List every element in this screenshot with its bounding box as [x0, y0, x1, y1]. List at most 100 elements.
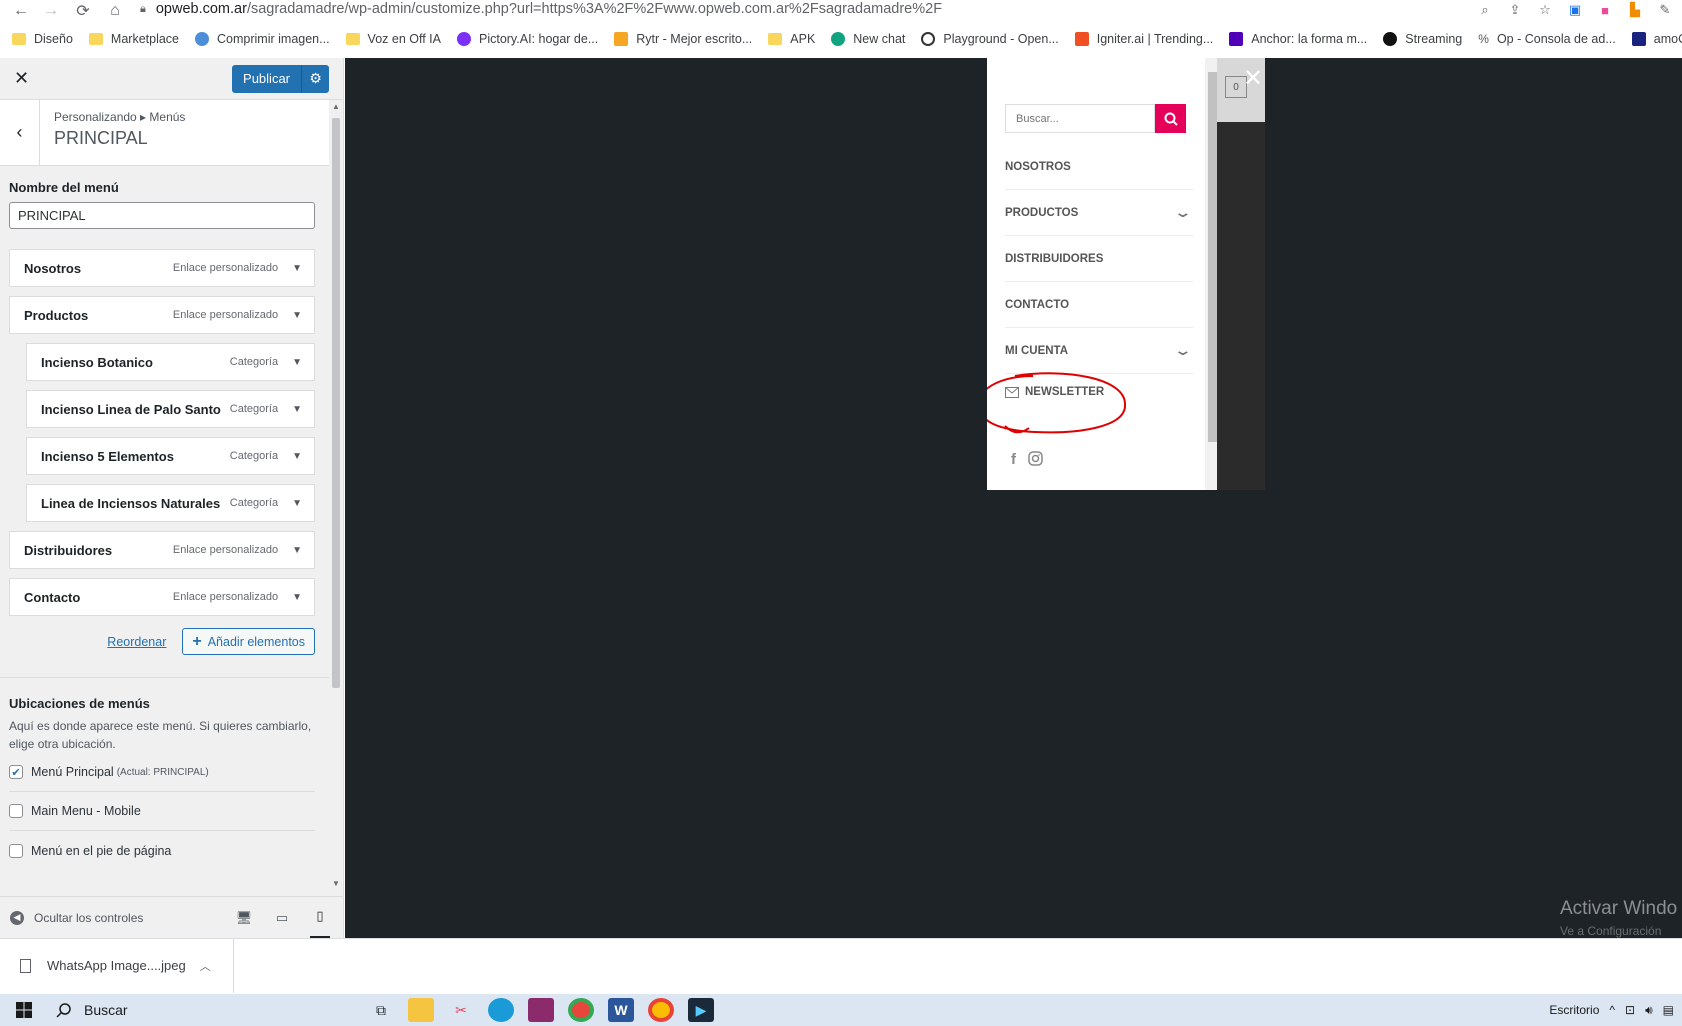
nav-item-contacto[interactable]: CONTACTO [1005, 282, 1193, 328]
bookmark[interactable]: Pictory.AI: hogar de... [456, 32, 598, 46]
bookmark[interactable]: Rytr - Mejor escrito... [614, 32, 752, 46]
caret-down-icon[interactable]: ▼ [292, 498, 302, 509]
bookmark[interactable]: Marketplace [88, 32, 179, 46]
download-shelf: WhatsApp Image....jpeg ︿ [0, 938, 1682, 993]
desktop-label[interactable]: Escritorio [1549, 1003, 1599, 1017]
location-checkbox-row[interactable]: Menú en el pie de página [9, 831, 315, 870]
snipping-tool-icon[interactable]: ✂ [448, 998, 474, 1022]
home-icon[interactable]: ⌂ [100, 0, 130, 22]
notification-icon[interactable]: ▤ [1663, 1003, 1674, 1017]
nav-item-productos[interactable]: PRODUCTOS ⌄ [1005, 190, 1193, 236]
instagram-icon[interactable] [1028, 451, 1043, 466]
scrollbar-thumb[interactable] [1208, 72, 1217, 442]
bookmark[interactable]: % Op - Consola de ad... [1478, 32, 1616, 46]
caret-down-icon[interactable]: ▼ [292, 357, 302, 368]
share-icon[interactable]: ⇪ [1506, 2, 1524, 18]
sidebar-scrollbar[interactable]: ▲ ▼ [329, 100, 343, 890]
bookmark[interactable]: Comprimir imagen... [195, 32, 330, 46]
reload-icon[interactable]: ⟳ [68, 0, 98, 22]
caret-down-icon[interactable]: ▼ [292, 263, 302, 274]
scrollbar-thumb[interactable] [332, 118, 340, 688]
igniter-icon [1074, 32, 1089, 46]
chevron-up-icon[interactable]: ^ [1609, 1003, 1615, 1017]
checkbox[interactable] [9, 804, 23, 818]
bookmark[interactable]: APK [768, 32, 815, 46]
menu-item[interactable]: Incienso 5 Elementos Categoría ▼ [26, 437, 315, 475]
bookmark[interactable]: Igniter.ai | Trending... [1074, 32, 1213, 46]
star-icon[interactable]: ☆ [1536, 2, 1554, 18]
chevron-up-icon[interactable]: ︿ [200, 958, 211, 974]
search-button[interactable] [1155, 104, 1186, 133]
bookmark[interactable]: New chat [831, 32, 905, 46]
taskbar-search[interactable]: Buscar [48, 994, 308, 1026]
download-item[interactable]: WhatsApp Image....jpeg ︿ [0, 938, 234, 993]
menu-item[interactable]: Linea de Inciensos Naturales Categoría ▼ [26, 484, 315, 522]
checkbox[interactable] [9, 843, 23, 858]
publish-button[interactable]: Publicar [232, 64, 301, 93]
winrar-icon[interactable] [528, 998, 554, 1022]
menu-actions: Reordenar + Añadir elementos [9, 628, 315, 655]
close-icon[interactable]: ✕ [14, 68, 29, 89]
close-menu-icon[interactable]: ✕ [1243, 64, 1263, 93]
menu-item[interactable]: Nosotros Enlace personalizado ▼ [9, 249, 315, 287]
add-items-button[interactable]: + Añadir elementos [182, 628, 315, 655]
zoom-icon[interactable]: ⌕ [1476, 2, 1494, 18]
nav-item-nosotros[interactable]: NOSOTROS [1005, 144, 1193, 190]
menu-item[interactable]: Contacto Enlace personalizado ▼ [9, 578, 315, 616]
network-icon[interactable]: ⊡ [1625, 1003, 1635, 1017]
task-view-icon[interactable]: ⧉ [368, 998, 394, 1022]
windows-activation-sub: Ve a Configuración [1560, 924, 1662, 938]
nav-item-distribuidores[interactable]: DISTRIBUIDORES [1005, 236, 1193, 282]
menu-item[interactable]: Incienso Linea de Palo Santo Categoría ▼ [26, 390, 315, 428]
menu-item[interactable]: Incienso Botanico Categoría ▼ [26, 343, 315, 381]
chrome-profile-icon[interactable] [648, 998, 674, 1022]
file-explorer-icon[interactable] [408, 998, 434, 1022]
checkbox-checked[interactable]: ✔ [9, 765, 23, 779]
caret-down-icon[interactable]: ▼ [292, 404, 302, 415]
back-chevron-icon[interactable]: ‹ [0, 100, 40, 165]
extension-icon[interactable]: ▣ [1566, 2, 1584, 18]
menu-item[interactable]: Productos Enlace personalizado ▼ [9, 296, 315, 334]
customizer-sidebar: ✕ Publicar ⚙ ‹ Personalizando ▸ Menús PR… [0, 58, 344, 938]
back-arrow-icon[interactable]: ← [6, 0, 36, 22]
bookmark[interactable]: Diseño [12, 32, 73, 46]
page-behind-overlay [1217, 58, 1265, 490]
facebook-icon[interactable]: f [1011, 451, 1016, 468]
app-icon[interactable]: ▶ [688, 998, 714, 1022]
caret-down-icon[interactable]: ▼ [292, 545, 302, 556]
edge-icon[interactable] [488, 998, 514, 1022]
pen-icon[interactable]: ✎ [1656, 2, 1674, 18]
address-bar[interactable]: 🔒︎ opweb.com.ar/sagradamadre/wp-admin/cu… [140, 0, 1460, 18]
bookmark[interactable]: Anchor: la forma m... [1229, 32, 1367, 46]
menu-name-input[interactable] [9, 202, 315, 229]
mobile-icon[interactable]: ▯ [310, 897, 330, 938]
windows-start-icon[interactable] [0, 994, 48, 1026]
bookmark[interactable]: Voz en Off IA [345, 32, 441, 46]
bookmark[interactable]: amoCRM... [1631, 32, 1682, 46]
hide-controls-button[interactable]: ◀ Ocultar los controles [10, 910, 143, 925]
desktop-icon[interactable]: 🖥︎ [234, 897, 254, 939]
volume-icon[interactable]: 🔊︎ [1645, 1003, 1653, 1018]
menu-item[interactable]: Distribuidores Enlace personalizado ▼ [9, 531, 315, 569]
caret-down-icon[interactable]: ▼ [292, 592, 302, 603]
bookmark[interactable]: Streaming [1383, 32, 1462, 46]
scroll-down-icon[interactable]: ▼ [332, 879, 340, 888]
reorder-link[interactable]: Reordenar [107, 635, 166, 649]
caret-down-icon[interactable]: ▼ [292, 310, 302, 321]
chevron-down-icon[interactable]: ⌄ [1174, 204, 1193, 221]
forward-arrow-icon[interactable]: → [36, 0, 66, 22]
search-input[interactable] [1005, 104, 1155, 133]
location-checkbox-row[interactable]: ✔ Menú Principal (Actual: PRINCIPAL) [9, 753, 315, 792]
caret-down-icon[interactable]: ▼ [292, 451, 302, 462]
section-header: ‹ Personalizando ▸ Menús PRINCIPAL [0, 100, 343, 166]
location-checkbox-row[interactable]: Main Menu - Mobile [9, 792, 315, 831]
tablet-icon[interactable]: ▭ [272, 897, 292, 939]
gear-icon[interactable]: ⚙ [301, 64, 329, 93]
word-icon[interactable]: W [608, 998, 634, 1022]
scroll-up-icon[interactable]: ▲ [332, 102, 340, 111]
bookmark[interactable]: Playground - Open... [921, 32, 1059, 46]
chrome-icon[interactable] [568, 998, 594, 1022]
extension-pink-icon[interactable]: ■ [1596, 2, 1614, 18]
extension-orange-icon[interactable]: ▙ [1626, 2, 1644, 18]
chevron-down-icon[interactable]: ⌄ [1174, 342, 1193, 359]
